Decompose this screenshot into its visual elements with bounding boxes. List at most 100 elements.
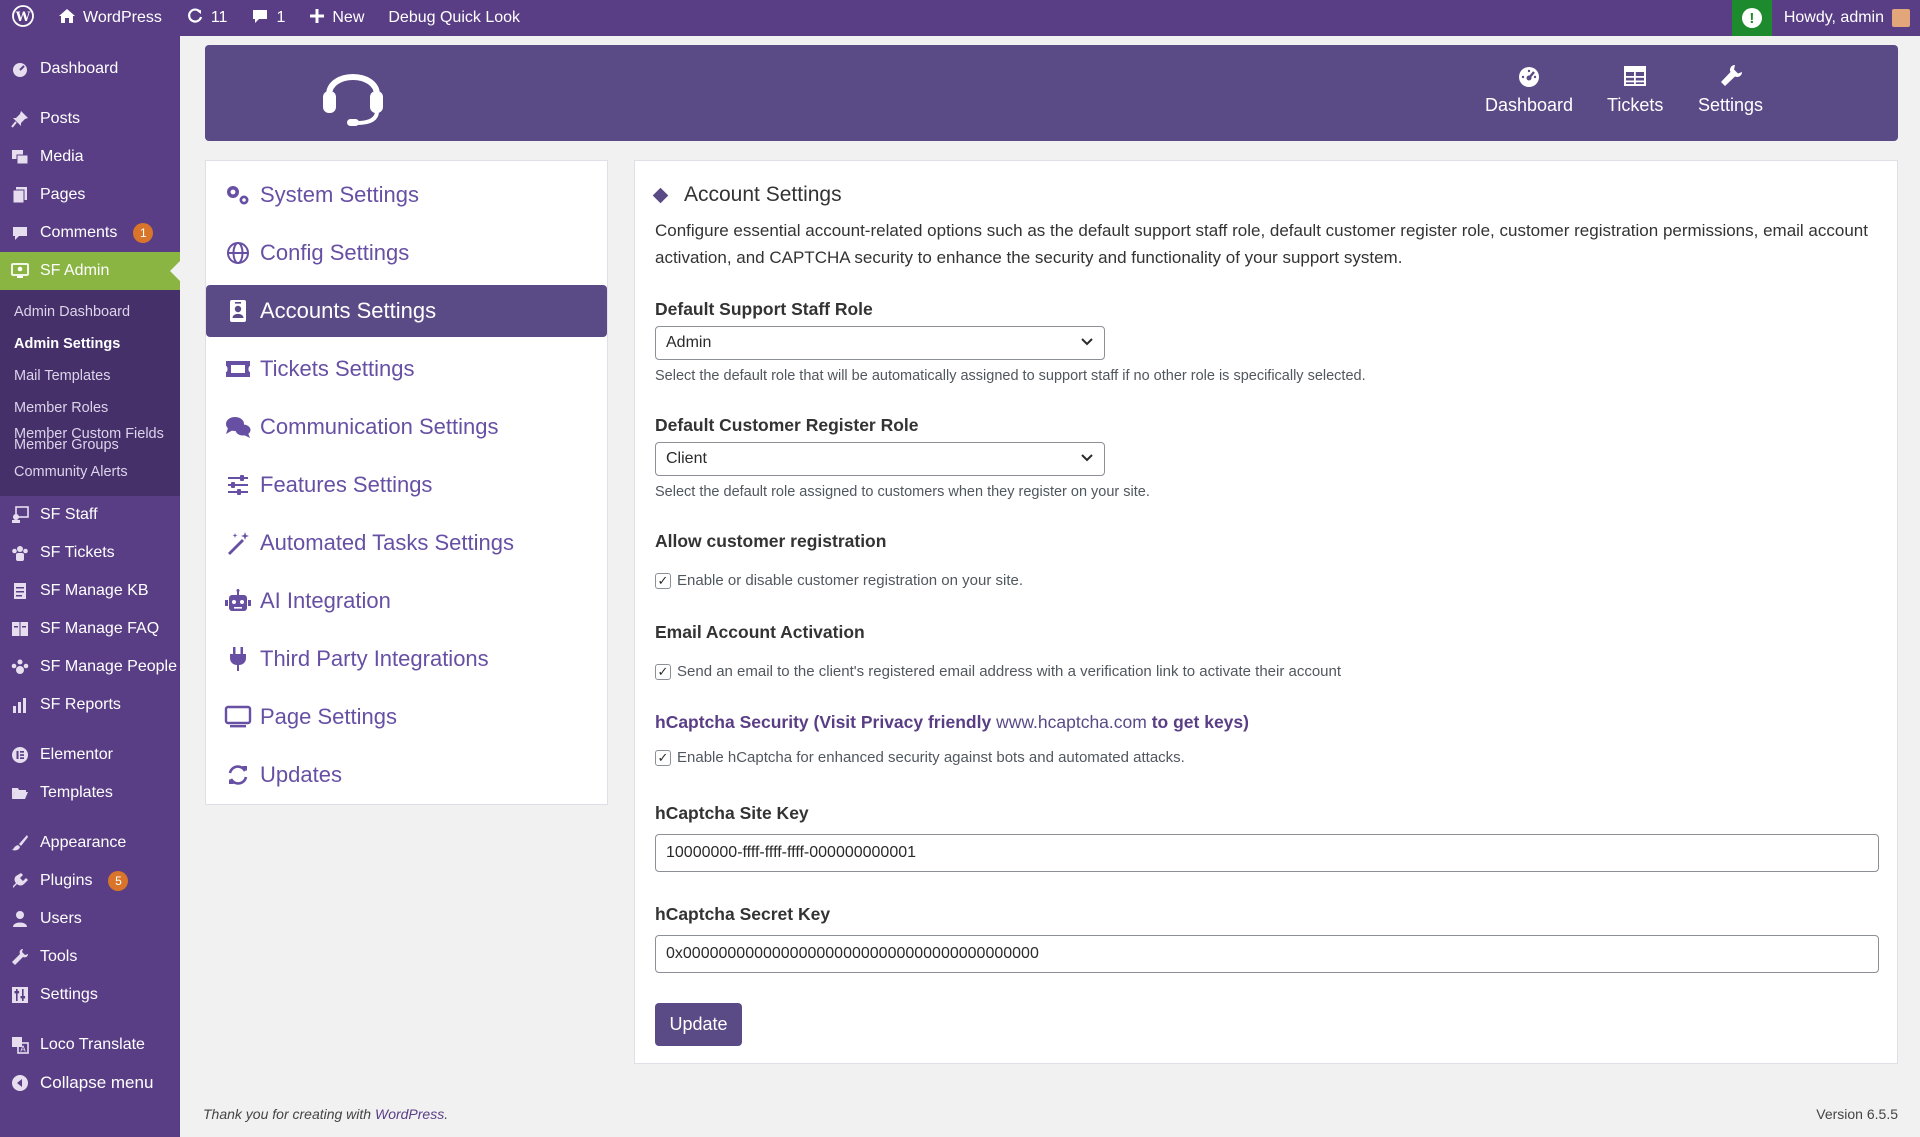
menu-sf-admin[interactable]: SF Admin — [0, 252, 180, 290]
tab-communication-settings[interactable]: Communication Settings — [206, 401, 607, 453]
secret-key-input[interactable]: 0x00000000000000000000000000000000000000… — [655, 935, 1879, 973]
menu-plugins[interactable]: Plugins 5 — [0, 862, 180, 900]
tab-features-settings-label: Features Settings — [260, 472, 433, 497]
menu-loco-translate[interactable]: A Loco Translate — [0, 1026, 180, 1064]
allow-registration-section: Allow customer registration ✓ Enable or … — [655, 531, 1023, 589]
tab-third-party-integrations[interactable]: Third Party Integrations — [206, 633, 607, 685]
header-nav-tickets-label: Tickets — [1607, 95, 1664, 115]
submenu-admin-dashboard[interactable]: Admin Dashboard — [0, 296, 180, 328]
new-content-menu[interactable]: New — [297, 0, 376, 36]
tab-automated-tasks-settings[interactable]: Automated Tasks Settings — [206, 517, 607, 569]
submenu-mail-templates[interactable]: Mail Templates — [0, 360, 180, 392]
header-nav-settings[interactable]: Settings — [1698, 63, 1763, 116]
menu-media[interactable]: Media — [0, 138, 180, 176]
kb-document-icon — [10, 581, 30, 601]
menu-posts[interactable]: Posts — [0, 100, 180, 138]
people-group-icon — [10, 657, 30, 677]
staff-role-select[interactable]: Admin — [655, 326, 1105, 360]
howdy-text: Howdy, admin — [1783, 9, 1884, 26]
sf-admin-icon — [10, 261, 30, 281]
debug-quick-look-menu[interactable]: Debug Quick Look — [376, 0, 532, 36]
account-settings-card: Account Settings Configure essential acc… — [634, 160, 1898, 1064]
menu-settings[interactable]: Settings — [0, 976, 180, 1014]
tab-features-settings[interactable]: Features Settings — [206, 459, 607, 511]
allow-registration-checkbox[interactable]: ✓ — [655, 572, 671, 589]
header-nav-dashboard[interactable]: Dashboard — [1485, 63, 1573, 116]
email-activation-row: ✓ Send an email to the client's register… — [655, 663, 1341, 680]
tab-ai-integration[interactable]: AI Integration — [206, 575, 607, 627]
menu-sf-tickets[interactable]: SF Tickets — [0, 534, 180, 572]
submenu-member-roles[interactable]: Member Roles — [0, 392, 180, 424]
collapse-menu-label: Collapse menu — [40, 1073, 154, 1092]
tab-updates[interactable]: Updates — [206, 749, 607, 801]
bar-chart-icon — [10, 695, 30, 715]
menu-sf-staff[interactable]: SF Staff — [0, 496, 180, 534]
my-account-menu[interactable]: Howdy, admin — [1772, 9, 1920, 27]
hcaptcha-link[interactable]: www.hcaptcha.com — [996, 712, 1147, 732]
tab-config-settings[interactable]: Config Settings — [206, 227, 607, 279]
id-badge-icon — [224, 297, 252, 325]
exclamation-icon: ! — [1741, 8, 1762, 28]
update-button[interactable]: Update — [655, 1003, 742, 1046]
tab-accounts-settings[interactable]: Accounts Settings — [206, 285, 607, 337]
submenu-member-groups[interactable]: Member Groups — [14, 438, 119, 453]
tab-tickets-settings[interactable]: Tickets Settings — [206, 343, 607, 395]
collapse-menu-button[interactable]: Collapse menu — [0, 1064, 180, 1102]
menu-comments[interactable]: Comments 1 — [0, 214, 180, 252]
customer-role-select[interactable]: Client — [655, 442, 1105, 476]
dashboard-gauge-icon — [1516, 63, 1542, 89]
site-name-menu[interactable]: WordPress — [46, 0, 174, 36]
menu-tools[interactable]: Tools — [0, 938, 180, 976]
submenu-community-alerts[interactable]: Community Alerts — [0, 456, 180, 488]
update-section: Update — [655, 1003, 742, 1046]
tab-automated-tasks-settings-label: Automated Tasks Settings — [260, 530, 514, 555]
card-description: Configure essential account-related opti… — [655, 221, 1868, 267]
comments-menu[interactable]: 1 — [239, 0, 297, 36]
menu-posts-label: Posts — [40, 110, 81, 127]
hcaptcha-security-section: hCaptcha Security (Visit Privacy friendl… — [655, 712, 1249, 766]
menu-comments-label: Comments — [40, 224, 118, 241]
updates-icon — [186, 7, 204, 30]
email-activation-checkbox[interactable]: ✓ — [655, 663, 671, 680]
menu-appearance[interactable]: Appearance — [0, 824, 180, 862]
menu-sf-reports[interactable]: SF Reports — [0, 686, 180, 724]
menu-pages[interactable]: Pages — [0, 176, 180, 214]
hcaptcha-row: ✓ Enable hCaptcha for enhanced security … — [655, 749, 1249, 766]
updates-menu[interactable]: 11 — [174, 0, 240, 36]
hcaptcha-label-pre: hCaptcha Security (Visit Privacy friendl… — [655, 712, 992, 732]
media-icon — [10, 147, 30, 167]
menu-templates-label: Templates — [40, 784, 113, 801]
header-nav-dashboard-label: Dashboard — [1485, 95, 1574, 115]
tab-accounts-settings-label: Accounts Settings — [260, 298, 437, 323]
home-icon — [58, 7, 76, 30]
tab-page-settings-label: Page Settings — [260, 704, 397, 729]
hcaptcha-checkbox[interactable]: ✓ — [655, 749, 671, 766]
paintbrush-icon — [10, 833, 30, 853]
footer-wordpress-link[interactable]: WordPress — [375, 1106, 444, 1122]
footer-thanks: Thank you for creating with WordPress. — [203, 1106, 448, 1122]
footer-version: Version 6.5.5 — [1816, 1106, 1898, 1122]
menu-elementor[interactable]: Elementor — [0, 736, 180, 774]
menu-sf-tickets-label: SF Tickets — [40, 544, 115, 561]
tab-system-settings[interactable]: System Settings — [206, 169, 607, 221]
chat-bubbles-icon — [224, 413, 252, 441]
wp-logo-menu[interactable]: W — [0, 0, 46, 36]
menu-sf-manage-kb[interactable]: SF Manage KB — [0, 572, 180, 610]
menu-templates[interactable]: Templates — [0, 774, 180, 812]
site-name: WordPress — [83, 9, 162, 26]
hcaptcha-security-label: hCaptcha Security (Visit Privacy friendl… — [655, 712, 1249, 733]
tab-page-settings[interactable]: Page Settings — [206, 691, 607, 743]
menu-sf-manage-faq[interactable]: SF Manage FAQ — [0, 610, 180, 648]
plus-icon — [309, 8, 325, 29]
submenu-admin-settings[interactable]: Admin Settings — [0, 328, 180, 360]
menu-sf-manage-people[interactable]: SF Manage People — [0, 648, 180, 686]
pages-icon — [10, 185, 30, 205]
site-key-input[interactable]: 10000000-ffff-ffff-ffff-000000000001 — [655, 834, 1879, 872]
customer-role-label: Default Customer Register Role — [655, 415, 919, 435]
alert-notice[interactable]: ! — [1731, 0, 1772, 36]
header-nav-tickets[interactable]: Tickets — [1607, 63, 1663, 116]
allow-registration-label: Allow customer registration — [655, 531, 887, 551]
menu-users[interactable]: Users — [0, 900, 180, 938]
menu-sf-reports-label: SF Reports — [40, 696, 121, 713]
menu-dashboard[interactable]: Dashboard — [0, 50, 180, 88]
